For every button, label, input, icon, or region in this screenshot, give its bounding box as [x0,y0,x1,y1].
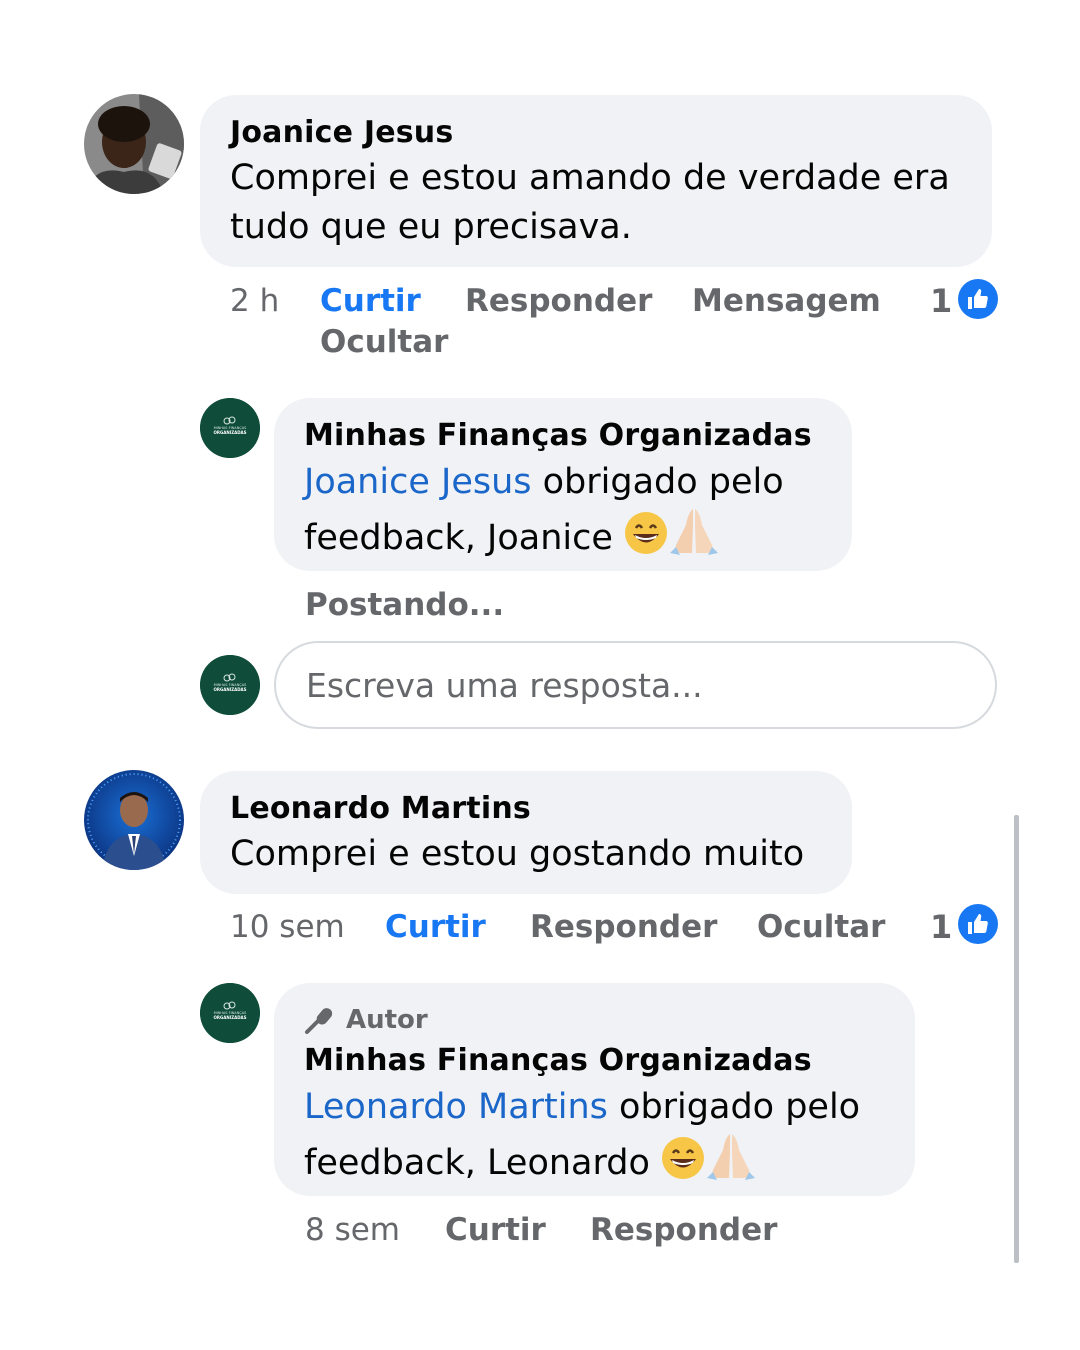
scrollbar[interactable] [1014,815,1019,1263]
grinning-face-icon [625,512,668,554]
author-badge: Autor [304,1005,428,1035]
mention-link[interactable]: Leonardo Martins [304,1087,608,1127]
page-avatar-line2: ORGANIZADAS [214,1015,247,1020]
comment-bubble: Joanice Jesus Comprei e estou amando de … [200,95,992,267]
reply-button[interactable]: Responder [465,283,652,319]
thumbs-up-icon[interactable] [958,279,998,319]
hide-button[interactable]: Ocultar [320,324,448,360]
avatar-joanice-jesus[interactable] [84,94,184,194]
comment-timestamp[interactable]: 2 h [230,283,279,319]
reply-input-placeholder: Escreva uma resposta... [306,665,703,705]
comment-text-line1: Comprei e estou amando de verdade era [230,158,950,198]
reply-timestamp[interactable]: 8 sem [305,1212,400,1248]
current-user-avatar: MINHAS FINANÇAS ORGANIZADAS [200,655,260,715]
reply-text-line1: Leonardo Martins obrigado pelo [304,1082,860,1132]
comment-author[interactable]: Leonardo Martins [230,791,531,826]
folded-hands-icon [707,1134,756,1180]
comment-text-line2: tudo que eu precisava. [230,207,632,247]
reply-button[interactable]: Responder [590,1212,777,1248]
mention-link[interactable]: Joanice Jesus [304,462,532,502]
reaction-count[interactable]: 1 [930,908,952,946]
comment-bubble: Leonardo Martins Comprei e estou gostand… [200,771,852,894]
like-button[interactable]: Curtir [320,283,421,319]
reply-bubble: Minhas Finanças Organizadas Joanice Jesu… [274,398,852,571]
message-button[interactable]: Mensagem [692,283,881,319]
reply-text-line2-wrap: feedback, Leonardo [304,1132,757,1188]
page-avatar-line2: ORGANIZADAS [214,687,247,692]
author-badge-label: Autor [346,1005,428,1035]
reaction-count[interactable]: 1 [930,282,952,320]
reply-text-line2-wrap: feedback, Joanice [304,507,720,563]
grinning-face-icon [662,1137,705,1179]
page-avatar-line2: ORGANIZADAS [214,430,247,435]
reply-author[interactable]: Minhas Finanças Organizadas [304,418,812,453]
avatar-leonardo-martins[interactable] [84,770,184,870]
posting-status: Postando... [305,587,505,623]
like-button[interactable]: Curtir [445,1212,546,1248]
comment-text-line1: Comprei e estou gostando muito [230,834,805,874]
folded-hands-icon [670,509,719,555]
like-button[interactable]: Curtir [385,909,486,945]
comment-author[interactable]: Joanice Jesus [230,115,453,150]
reply-button[interactable]: Responder [530,909,717,945]
reply-bubble: Autor Minhas Finanças Organizadas Leonar… [274,983,915,1196]
hide-button[interactable]: Ocultar [757,909,885,945]
reply-text-after-mention: obrigado pelo [531,462,784,502]
reply-input[interactable]: Escreva uma resposta... [274,641,997,729]
reply-text-line1: Joanice Jesus obrigado pelo [304,457,784,507]
reply-author[interactable]: Minhas Finanças Organizadas [304,1043,812,1078]
reply-text-line2: feedback, Leonardo [304,1143,650,1183]
thumbs-up-icon[interactable] [958,904,998,944]
microphone-icon [305,1008,333,1034]
page-avatar[interactable]: MINHAS FINANÇAS ORGANIZADAS [200,398,260,458]
comment-timestamp[interactable]: 10 sem [230,909,345,945]
reply-text-after-mention: obrigado pelo [607,1087,861,1127]
page-avatar[interactable]: MINHAS FINANÇAS ORGANIZADAS [200,983,260,1043]
reply-text-line2: feedback, Joanice [304,518,613,558]
